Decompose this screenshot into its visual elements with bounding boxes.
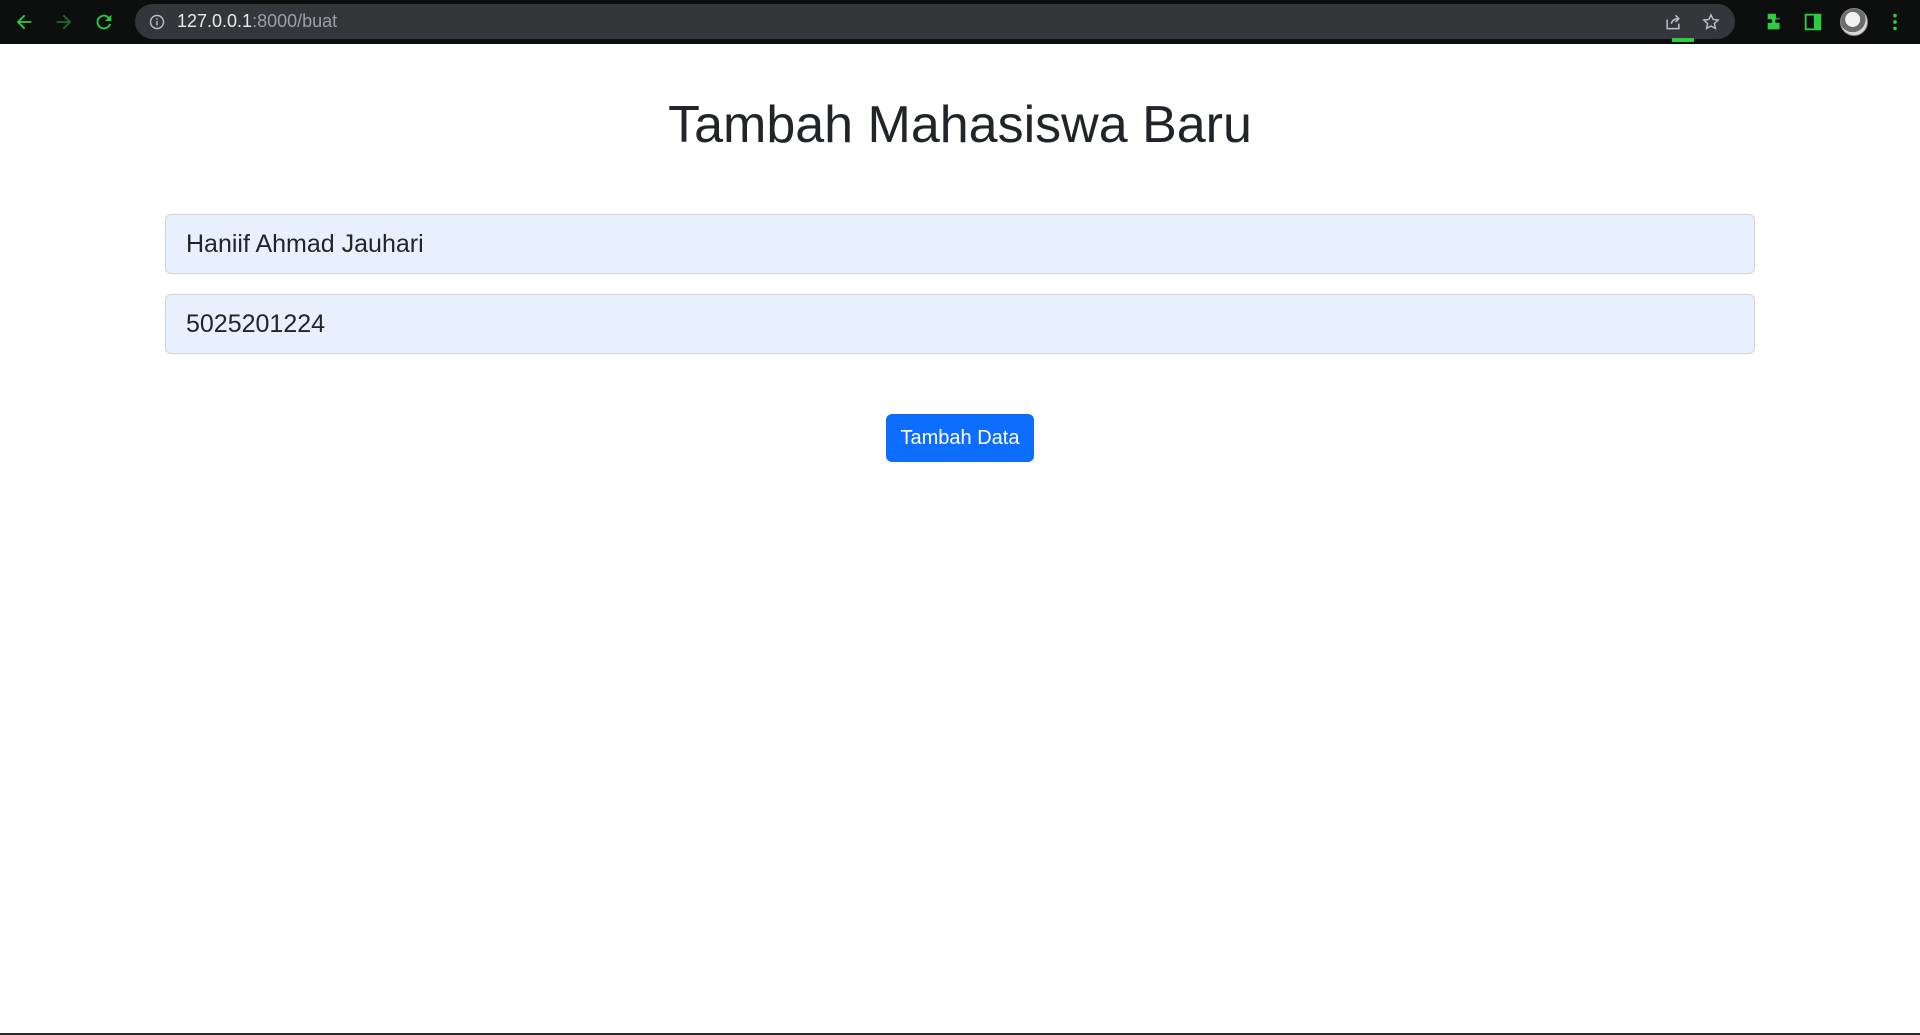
back-button[interactable] — [8, 6, 40, 38]
nama-input[interactable] — [165, 214, 1755, 274]
side-panel-icon[interactable] — [1802, 11, 1824, 33]
forward-icon — [56, 14, 72, 30]
address-bar[interactable]: 127.0.0.1:8000/buat — [135, 4, 1735, 39]
profile-avatar[interactable] — [1840, 8, 1868, 36]
info-icon[interactable] — [149, 14, 165, 30]
browser-toolbar: 127.0.0.1:8000/buat — [0, 0, 1920, 44]
forward-button[interactable] — [48, 6, 80, 38]
star-icon[interactable] — [1701, 12, 1721, 32]
extensions-icon[interactable] — [1764, 11, 1786, 33]
menu-icon[interactable] — [1884, 11, 1906, 33]
reload-icon — [96, 14, 112, 30]
page-content: Tambah Mahasiswa Baru Tambah Data — [0, 44, 1920, 1035]
tambah-data-button[interactable]: Tambah Data — [886, 414, 1034, 462]
reload-button[interactable] — [88, 6, 120, 38]
back-icon — [16, 14, 32, 30]
loading-accent — [1672, 38, 1694, 42]
page-title: Tambah Mahasiswa Baru — [668, 96, 1252, 154]
url-host: 127.0.0.1 — [177, 11, 253, 31]
share-icon[interactable] — [1663, 12, 1683, 32]
nrp-input[interactable] — [165, 294, 1755, 354]
url-path: :8000/buat — [252, 11, 338, 31]
